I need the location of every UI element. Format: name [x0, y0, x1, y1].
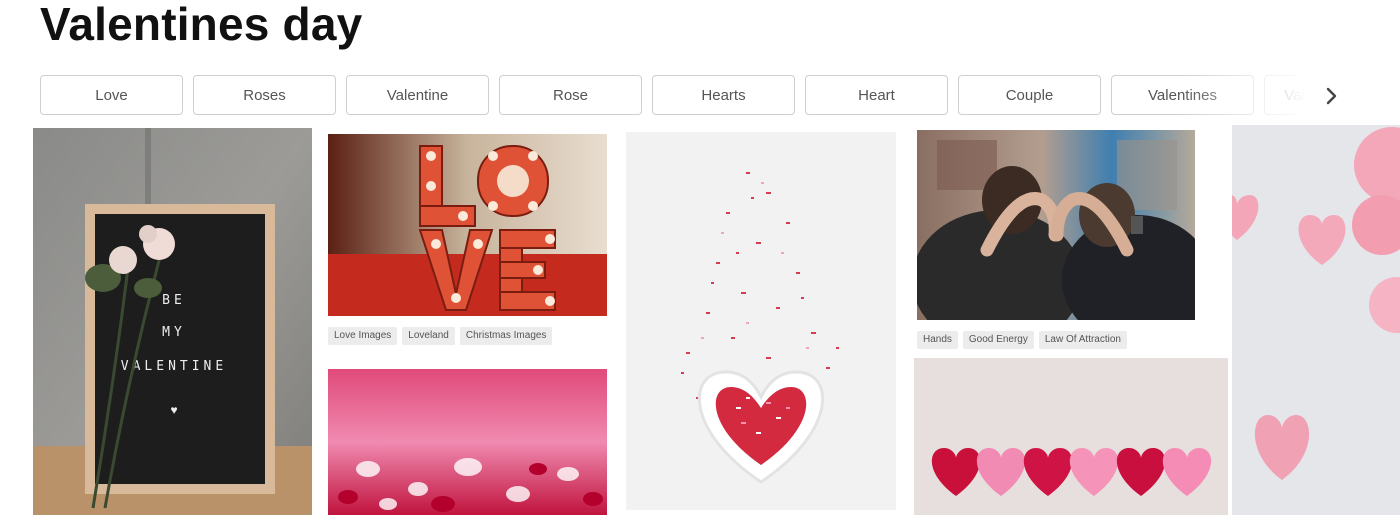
photo-letter-board[interactable]: BE MY VALENTINE ♥: [33, 128, 312, 515]
chip-good-energy[interactable]: Good Energy: [962, 331, 1034, 349]
photo-love-sign[interactable]: L: [328, 134, 607, 316]
tag-love[interactable]: Love: [40, 75, 183, 115]
tag-rose[interactable]: Rose: [499, 75, 642, 115]
chips-love-sign: Love Images Loveland Christmas Images: [328, 325, 557, 345]
chip-loveland[interactable]: Loveland: [402, 327, 455, 345]
tag-couple[interactable]: Couple: [958, 75, 1101, 115]
page-title: Valentines day: [40, 0, 363, 50]
letter-board-line-2: MY: [162, 325, 186, 340]
photo-heart-sprinkles[interactable]: [328, 369, 607, 515]
chip-law-of-attraction[interactable]: Law Of Attraction: [1038, 331, 1127, 349]
chevron-right-icon[interactable]: [1318, 82, 1346, 110]
tag-hearts[interactable]: Hearts: [652, 75, 795, 115]
photo-heart-bowl[interactable]: [626, 132, 896, 510]
related-tags: Love Roses Valentine Rose Hearts Heart C…: [40, 75, 1360, 117]
tag-valentine[interactable]: Valentine: [346, 75, 489, 115]
photo-paper-hearts[interactable]: [914, 358, 1228, 515]
chip-love-images[interactable]: Love Images: [328, 327, 398, 345]
photo-macarons[interactable]: [1232, 125, 1400, 515]
tag-roses[interactable]: Roses: [193, 75, 336, 115]
letter-board-heart: ♥: [170, 403, 177, 417]
tag-valentines[interactable]: Valentines: [1111, 75, 1254, 115]
chips-couple-hands: Hands Good Energy Law Of Attraction: [917, 329, 1132, 349]
chip-hands[interactable]: Hands: [917, 331, 958, 349]
tag-heart[interactable]: Heart: [805, 75, 948, 115]
photo-couple-hands[interactable]: [917, 130, 1195, 320]
chip-christmas-images[interactable]: Christmas Images: [459, 327, 553, 345]
letter-board-line-1: BE: [162, 293, 186, 308]
letter-board-line-3: VALENTINE: [121, 359, 227, 374]
